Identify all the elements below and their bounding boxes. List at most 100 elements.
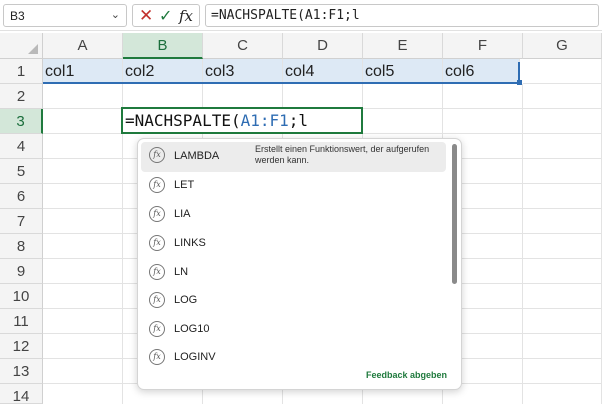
grid-cell[interactable]: [523, 209, 602, 234]
insert-function-icon[interactable]: fx: [179, 7, 193, 25]
cell-a1[interactable]: col1: [43, 59, 123, 84]
row-header-3[interactable]: 3: [0, 109, 43, 134]
grid-cell[interactable]: [203, 84, 283, 109]
autocomplete-item[interactable]: fx LOGINV: [141, 344, 446, 371]
grid-cell[interactable]: [123, 84, 203, 109]
function-description: Erstellt einen Funktionswert, der aufger…: [255, 144, 430, 165]
column-header-b[interactable]: B: [123, 33, 203, 59]
cell-e1[interactable]: col5: [363, 59, 443, 84]
grid-cell[interactable]: [43, 284, 123, 309]
chevron-down-icon[interactable]: ⌄: [111, 8, 120, 21]
column-header-g[interactable]: G: [523, 33, 602, 59]
confirm-icon[interactable]: ✓: [159, 6, 172, 26]
reference-range-edge: [518, 62, 520, 81]
select-all-icon: [28, 44, 38, 54]
name-box[interactable]: B3 ⌄: [3, 4, 127, 27]
row-header-6[interactable]: 6: [0, 184, 43, 209]
function-icon: fx: [149, 321, 165, 337]
grid-cell[interactable]: [523, 159, 602, 184]
cancel-icon[interactable]: ✕: [139, 6, 153, 26]
row-header-13[interactable]: 13: [0, 359, 43, 384]
column-header-f[interactable]: F: [443, 33, 523, 59]
column-header-c[interactable]: C: [203, 33, 283, 59]
grid-cell[interactable]: [523, 334, 602, 359]
row-header-8[interactable]: 8: [0, 234, 43, 259]
autocomplete-item[interactable]: fx LOG: [141, 287, 446, 314]
name-box-value: B3: [10, 9, 25, 23]
row-header-7[interactable]: 7: [0, 209, 43, 234]
feedback-link[interactable]: Feedback abgeben: [366, 370, 447, 380]
row-header-9[interactable]: 9: [0, 259, 43, 284]
grid-cell[interactable]: [523, 234, 602, 259]
function-icon: fx: [149, 264, 165, 280]
grid-cell[interactable]: [523, 184, 602, 209]
function-autocomplete: fx LAMBDA Erstellt einen Funktionswert, …: [137, 138, 462, 390]
grid-cell[interactable]: [523, 359, 602, 384]
cell-c1[interactable]: col3: [203, 59, 283, 84]
formula-reference: A1:F1: [240, 111, 289, 130]
autocomplete-item[interactable]: fx LOG10: [141, 316, 446, 343]
function-name: LET: [174, 179, 195, 191]
formula-suffix: ;l: [288, 111, 309, 130]
grid-cell[interactable]: [523, 309, 602, 334]
formula-prefix: =NACHSPALTE(: [125, 111, 241, 130]
grid-cell[interactable]: [523, 109, 602, 134]
formula-buttons: ✕ ✓ fx: [132, 4, 200, 27]
cell-b1[interactable]: col2: [123, 59, 203, 84]
grid-cell[interactable]: [443, 109, 523, 134]
formula-bar: B3 ⌄ ✕ ✓ fx =NACHSPALTE(A1:F1;l: [0, 0, 602, 31]
autocomplete-item[interactable]: fx LAMBDA Erstellt einen Funktionswert, …: [141, 142, 446, 172]
grid-cell[interactable]: [523, 259, 602, 284]
autocomplete-item[interactable]: fx LINKS: [141, 230, 446, 257]
grid-cell[interactable]: [43, 234, 123, 259]
row-header-12[interactable]: 12: [0, 334, 43, 359]
grid-cell[interactable]: [283, 84, 363, 109]
function-icon: fx: [149, 235, 165, 251]
grid-cell[interactable]: [43, 109, 123, 134]
row-header-2[interactable]: 2: [0, 84, 43, 109]
column-header-e[interactable]: E: [363, 33, 443, 59]
row-header-14[interactable]: 14: [0, 384, 43, 404]
cell-d1[interactable]: col4: [283, 59, 363, 84]
autocomplete-scrollbar[interactable]: [452, 144, 457, 284]
cell-f1[interactable]: col6: [443, 59, 520, 84]
grid-cell[interactable]: [43, 134, 123, 159]
reference-range-handle[interactable]: [517, 80, 522, 85]
grid-cell[interactable]: [43, 384, 123, 404]
active-cell-editor[interactable]: =NACHSPALTE(A1:F1;l: [121, 107, 363, 134]
row-header-10[interactable]: 10: [0, 284, 43, 309]
grid-cell[interactable]: [43, 259, 123, 284]
grid-cell[interactable]: [43, 159, 123, 184]
grid-cell[interactable]: [43, 359, 123, 384]
grid-cell[interactable]: [523, 134, 602, 159]
grid-cell[interactable]: [523, 84, 602, 109]
select-all-corner[interactable]: [0, 33, 43, 59]
grid-cell[interactable]: [43, 84, 123, 109]
function-icon: fx: [149, 206, 165, 222]
autocomplete-item[interactable]: fx LET: [141, 172, 446, 199]
autocomplete-item[interactable]: fx LN: [141, 259, 446, 286]
row-header-1[interactable]: 1: [0, 59, 43, 84]
grid-cell[interactable]: [43, 209, 123, 234]
column-header-d[interactable]: D: [283, 33, 363, 59]
grid-cell[interactable]: [363, 109, 443, 134]
column-header-a[interactable]: A: [43, 33, 123, 59]
function-name: LINKS: [174, 237, 206, 249]
row-header-4[interactable]: 4: [0, 134, 43, 159]
grid-cell[interactable]: [43, 334, 123, 359]
row-header-11[interactable]: 11: [0, 309, 43, 334]
function-name: LOG10: [174, 323, 210, 335]
function-icon: fx: [149, 147, 165, 163]
grid-cell[interactable]: [43, 184, 123, 209]
autocomplete-item[interactable]: fx LIA: [141, 201, 446, 228]
function-name: LAMBDA: [174, 150, 220, 162]
grid-cell[interactable]: [43, 309, 123, 334]
formula-input[interactable]: =NACHSPALTE(A1:F1;l: [205, 4, 599, 27]
grid-cell[interactable]: [523, 384, 602, 404]
function-name: LN: [174, 266, 189, 278]
grid-cell[interactable]: [363, 84, 443, 109]
grid-cell[interactable]: [443, 84, 523, 109]
grid-cell[interactable]: [523, 59, 602, 84]
grid-cell[interactable]: [523, 284, 602, 309]
row-header-5[interactable]: 5: [0, 159, 43, 184]
